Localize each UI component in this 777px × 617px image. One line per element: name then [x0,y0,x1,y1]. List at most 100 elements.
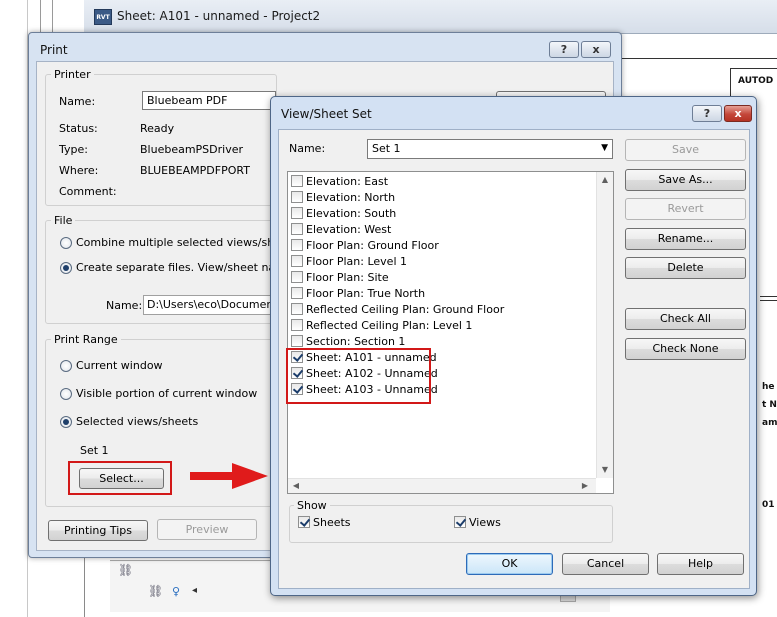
help-button[interactable]: Help [657,553,744,575]
print-dialog-title: Print [40,43,68,57]
model-graphics-icon[interactable]: ⛓ [148,584,163,598]
print-close-button[interactable]: x [581,41,611,58]
printer-type-label: Type: [59,143,88,156]
view-sheet-set-close-button[interactable]: x [724,105,752,122]
show-sheets-checkbox[interactable]: Sheets [298,516,351,529]
file-group-label: File [51,214,76,227]
delete-button[interactable]: Delete [625,257,746,279]
printer-type-value: BluebeamPSDriver [140,143,244,156]
list-item[interactable]: Elevation: North [288,190,596,206]
checkbox-icon[interactable] [291,191,303,203]
view-sheet-set-title: View/Sheet Set [281,107,372,121]
list-item-label: Elevation: South [306,207,397,220]
selected-views-radio[interactable] [60,416,72,428]
check-all-button[interactable]: Check All [625,308,746,330]
combine-files-radio[interactable] [60,237,72,249]
set-name-dropdown-value: Set 1 [372,142,401,155]
separate-files-label: Create separate files. View/sheet names [76,261,299,274]
checkbox-icon[interactable] [291,271,303,283]
revert-button[interactable]: Revert [625,198,746,220]
current-window-label: Current window [76,359,163,372]
checkbox-icon[interactable] [291,207,303,219]
visible-portion-label: Visible portion of current window [76,387,258,400]
title-block-fragment: he [762,382,775,392]
list-item-label: Elevation: West [306,223,392,236]
checkbox-icon[interactable] [291,255,303,267]
print-range-group-label: Print Range [51,333,121,346]
list-item[interactable]: Floor Plan: Site [288,270,596,286]
lightbulb-icon[interactable]: ♀ [172,585,180,598]
sheet-border-line [612,58,777,59]
separate-files-radio[interactable] [60,262,72,274]
visible-portion-radio[interactable] [60,388,72,400]
show-group-label: Show [294,499,330,512]
title-block-logo-text: AUTOD [738,76,774,86]
list-item[interactable]: Reflected Ceiling Plan: Level 1 [288,318,596,334]
list-item[interactable]: Floor Plan: True North [288,286,596,302]
preview-button[interactable]: Preview [157,519,257,540]
rename-button[interactable]: Rename... [625,228,746,250]
set-name-label: Set 1 [80,444,109,457]
list-item[interactable]: Floor Plan: Level 1 [288,254,596,270]
selected-views-label: Selected views/sheets [76,415,199,428]
list-item[interactable]: Elevation: East [288,174,596,190]
list-item-label: Floor Plan: Level 1 [306,255,407,268]
save-button[interactable]: Save [625,139,746,161]
checkbox-icon[interactable] [291,335,303,347]
checkbox-icon[interactable] [291,319,303,331]
checkbox-icon [454,516,466,528]
save-as-button[interactable]: Save As... [625,169,746,191]
checkbox-icon[interactable] [291,223,303,235]
list-item-label: Section: Section 1 [306,335,406,348]
checkbox-icon[interactable] [291,239,303,251]
list-item[interactable]: Floor Plan: Ground Floor [288,238,596,254]
list-item-label: Floor Plan: True North [306,287,426,300]
cancel-button[interactable]: Cancel [562,553,649,575]
show-views-checkbox[interactable]: Views [454,516,501,529]
printing-tips-button[interactable]: Printing Tips [48,520,148,541]
list-item-label: Elevation: East [306,175,389,188]
printer-where-value: BLUEBEAMPDFPORT [140,164,250,177]
current-window-radio[interactable] [60,360,72,372]
printer-name-label: Name: [59,95,96,108]
view-icon[interactable]: ⛓ [118,563,133,577]
ok-button[interactable]: OK [466,553,553,575]
list-item[interactable]: Reflected Ceiling Plan: Ground Floor [288,302,596,318]
select-views-button[interactable]: Select... [79,468,164,489]
printer-status-label: Status: [59,122,98,135]
background-left-panel [0,0,28,617]
check-none-button[interactable]: Check None [625,338,746,360]
title-block-fragment: am [762,418,777,428]
chevron-down-icon: ▼ [601,143,608,153]
set-name-dropdown[interactable]: Set 1 ▼ [367,139,613,159]
list-horizontal-scrollbar[interactable]: ◀ ▶ [288,478,596,493]
list-item[interactable]: Elevation: West [288,222,596,238]
list-item[interactable]: Elevation: South [288,206,596,222]
views-sheets-list[interactable]: Elevation: East Elevation: North Elevation… [287,171,614,494]
scroll-right-icon[interactable]: ▶ [577,478,593,494]
view-sheet-set-help-icon-button[interactable]: ? [692,105,722,122]
selected-sheets-highlight [286,348,431,404]
show-views-label: Views [469,516,501,529]
show-sheets-label: Sheets [313,516,351,529]
print-help-button[interactable]: ? [549,41,579,58]
scroll-left-icon[interactable]: ◀ [288,478,304,494]
list-item-label: Reflected Ceiling Plan: Level 1 [306,319,473,332]
scroll-left-icon[interactable]: ◂ [192,585,197,596]
list-item-label: Floor Plan: Ground Floor [306,239,439,252]
file-name-input[interactable]: D:\Users\eco\Documents [143,295,277,315]
list-vertical-scrollbar[interactable]: ▲ ▼ [596,172,613,478]
checkbox-icon[interactable] [291,175,303,187]
title-block-fragment: t N [762,400,777,410]
list-item-label: Elevation: North [306,191,396,204]
checkbox-icon[interactable] [291,287,303,299]
list-item-label: Floor Plan: Site [306,271,389,284]
scroll-up-icon[interactable]: ▲ [597,172,613,188]
title-block-fragment: 01 [762,500,775,510]
checkbox-icon[interactable] [291,303,303,315]
list-item-label: Reflected Ceiling Plan: Ground Floor [306,303,505,316]
printer-name-dropdown[interactable]: Bluebeam PDF [142,91,276,110]
checkbox-icon [298,516,310,528]
background-window-title: Sheet: A101 - unnamed - Project2 [117,9,321,23]
scroll-down-icon[interactable]: ▼ [597,462,613,478]
